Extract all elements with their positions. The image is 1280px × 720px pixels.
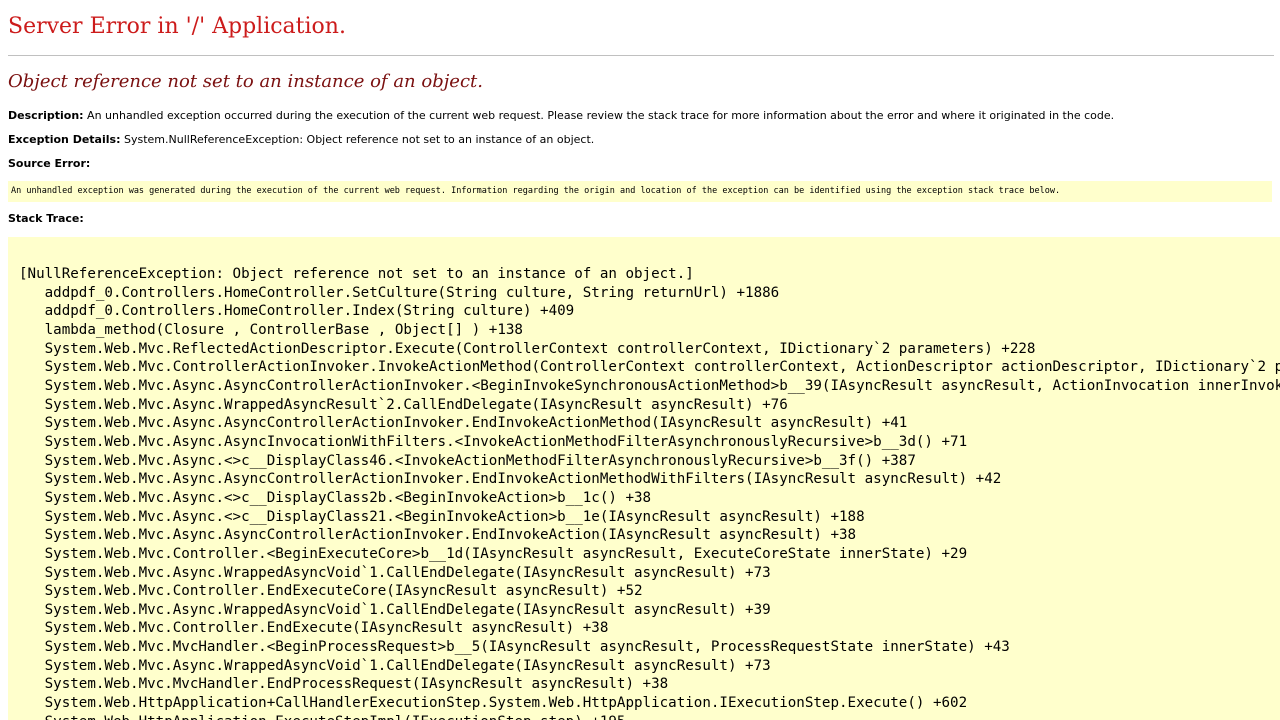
page-title: Server Error in '/' Application. [8, 14, 346, 39]
stack-frame: addpdf_0.Controllers.HomeController.Inde… [44, 303, 575, 320]
error-message: Object reference not set to an instance … [8, 71, 483, 92]
stack-frame: System.Web.Mvc.MvcHandler.<BeginProcessR… [44, 639, 1010, 656]
stack-frame: System.Web.Mvc.Async.AsyncInvocationWith… [44, 433, 968, 450]
description-text: An unhandled exception occurred during t… [87, 109, 1115, 122]
stack-frame: System.Web.Mvc.Async.WrappedAsyncVoid`1.… [44, 657, 771, 674]
description-section: Description: An unhandled exception occu… [8, 109, 1114, 122]
stack-frame: System.Web.Mvc.MvcHandler.EndProcessRequ… [44, 676, 669, 693]
title-divider [8, 55, 1274, 56]
stack-frame: lambda_method(Closure , ControllerBase ,… [44, 321, 523, 338]
stack-frame: System.Web.Mvc.Controller.EndExecute(IAs… [44, 620, 609, 637]
stack-frame: System.Web.HttpApplication+CallHandlerEx… [44, 695, 968, 712]
stack-frame: System.Web.Mvc.Async.<>c__DisplayClass21… [44, 508, 865, 525]
source-error-text: An unhandled exception was generated dur… [11, 186, 1061, 196]
stack-frame: System.Web.Mvc.Async.WrappedAsyncVoid`1.… [44, 601, 771, 618]
stack-frame: System.Web.Mvc.Async.AsyncControllerActi… [44, 471, 1002, 488]
stack-trace-text: [NullReferenceException: Object referenc… [8, 237, 1280, 720]
stack-frame: System.Web.HttpApplication.ExecuteStepIm… [45, 714, 626, 720]
stack-frame: System.Web.Mvc.ControllerActionInvoker.I… [44, 359, 1280, 376]
stack-frame: System.Web.Mvc.Async.AsyncControllerActi… [44, 377, 1280, 394]
stack-trace-box[interactable]: [NullReferenceException: Object referenc… [8, 237, 1280, 720]
stack-trace-header: [NullReferenceException: Object referenc… [19, 266, 694, 282]
stack-frame: System.Web.Mvc.Controller.EndExecuteCore… [44, 583, 643, 600]
stack-trace-section: Stack Trace: [8, 212, 84, 225]
stack-frame: System.Web.Mvc.Async.AsyncControllerActi… [44, 415, 908, 432]
stack-frame: System.Web.Mvc.Async.WrappedAsyncVoid`1.… [44, 564, 771, 581]
stack-frame: addpdf_0.Controllers.HomeController.SetC… [44, 284, 780, 301]
source-error-section: Source Error: [8, 157, 90, 170]
stack-frame: System.Web.Mvc.Async.WrappedAsyncResult`… [44, 396, 788, 413]
stack-frame: System.Web.Mvc.Async.<>c__DisplayClass46… [44, 452, 916, 469]
stack-frame: System.Web.Mvc.Async.<>c__DisplayClass2b… [44, 489, 652, 506]
stack-frame: System.Web.Mvc.ReflectedActionDescriptor… [44, 340, 1036, 357]
exception-details-section: Exception Details: System.NullReferenceE… [8, 133, 594, 146]
stack-frame: System.Web.Mvc.Async.AsyncControllerActi… [44, 527, 857, 544]
stack-frame: System.Web.Mvc.Controller.<BeginExecuteC… [44, 545, 968, 562]
description-label: Description: [8, 109, 84, 122]
source-error-label: Source Error: [8, 157, 91, 170]
source-error-box: An unhandled exception was generated dur… [8, 181, 1272, 202]
exception-details-label: Exception Details: [8, 133, 121, 146]
stack-trace-label: Stack Trace: [8, 212, 84, 225]
exception-details-text: System.NullReferenceException: Object re… [123, 133, 595, 146]
